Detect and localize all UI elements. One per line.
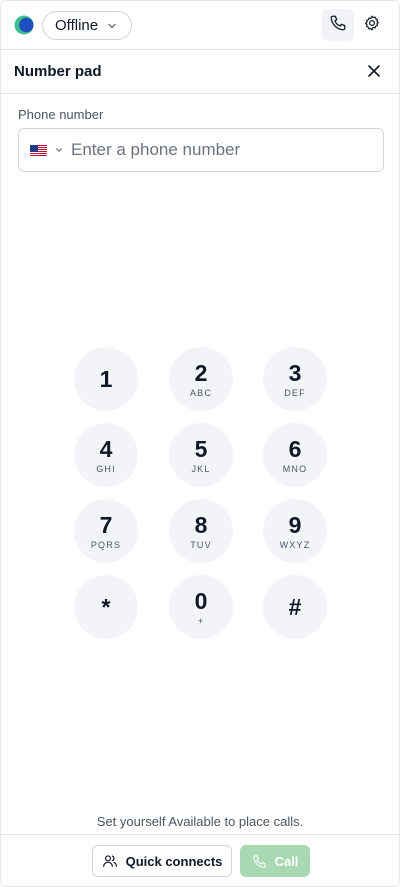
key-letters: GHI bbox=[96, 463, 116, 474]
phone-number-label: Phone number bbox=[18, 107, 104, 122]
key-digit: 4 bbox=[99, 435, 113, 462]
key-digit: 1 bbox=[99, 366, 113, 392]
panel-header: Number pad bbox=[1, 50, 399, 94]
key-digit: 2 bbox=[194, 359, 208, 386]
key-star[interactable]: * bbox=[74, 575, 138, 639]
top-bar: Offline bbox=[1, 1, 399, 50]
key-digit: # bbox=[288, 594, 302, 620]
phone-button[interactable] bbox=[322, 9, 354, 41]
country-select[interactable] bbox=[19, 144, 71, 156]
chevron-down-icon bbox=[54, 145, 64, 155]
key-8[interactable]: 8 TUV bbox=[169, 499, 233, 563]
users-icon bbox=[102, 853, 118, 869]
call-label: Call bbox=[274, 853, 299, 869]
chevron-down-icon bbox=[106, 20, 118, 32]
key-1[interactable]: 1 bbox=[74, 347, 138, 411]
app-logo bbox=[14, 15, 34, 35]
key-3[interactable]: 3 DEF bbox=[263, 347, 327, 411]
panel-title: Number pad bbox=[14, 63, 102, 80]
status-dropdown[interactable]: Offline bbox=[42, 11, 132, 40]
key-letters: WXYZ bbox=[279, 539, 311, 550]
phone-number-field bbox=[18, 128, 384, 172]
key-2[interactable]: 2 ABC bbox=[169, 347, 233, 411]
key-0[interactable]: 0 + bbox=[169, 575, 233, 639]
gear-icon bbox=[363, 14, 381, 37]
settings-button[interactable] bbox=[361, 13, 383, 37]
key-digit: * bbox=[101, 594, 111, 620]
us-flag-icon bbox=[30, 144, 47, 156]
key-hash[interactable]: # bbox=[263, 575, 327, 639]
key-letters: DEF bbox=[284, 387, 306, 398]
key-5[interactable]: 5 JKL bbox=[169, 423, 233, 487]
key-4[interactable]: 4 GHI bbox=[74, 423, 138, 487]
close-icon[interactable] bbox=[364, 61, 384, 81]
key-digit: 6 bbox=[288, 435, 302, 462]
key-digit: 7 bbox=[99, 511, 113, 538]
phone-icon bbox=[329, 14, 347, 37]
phone-number-input[interactable] bbox=[71, 140, 371, 160]
call-button[interactable]: Call bbox=[240, 845, 310, 877]
key-digit: 5 bbox=[194, 435, 208, 462]
footer-divider bbox=[1, 834, 399, 835]
key-digit: 0 bbox=[194, 587, 208, 614]
quick-connects-button[interactable]: Quick connects bbox=[92, 845, 232, 877]
key-digit: 8 bbox=[194, 511, 208, 538]
key-letters: ABC bbox=[189, 387, 213, 398]
key-digit: 3 bbox=[288, 359, 302, 386]
softphone-panel: Offline Number pad Phone number Enter a … bbox=[0, 0, 400, 887]
key-letters: PQRS bbox=[90, 539, 122, 550]
key-digit: 9 bbox=[288, 511, 302, 538]
key-letters: JKL bbox=[191, 463, 211, 474]
key-9[interactable]: 9 WXYZ bbox=[263, 499, 327, 563]
key-letters: MNO bbox=[282, 463, 308, 474]
key-6[interactable]: 6 MNO bbox=[263, 423, 327, 487]
availability-hint: Set yourself Available to place calls. bbox=[96, 814, 304, 829]
phone-icon bbox=[252, 854, 267, 869]
key-letters: TUV bbox=[190, 539, 212, 550]
quick-connects-label: Quick connects bbox=[125, 853, 223, 869]
key-7[interactable]: 7 PQRS bbox=[74, 499, 138, 563]
key-letters: + bbox=[197, 615, 205, 626]
status-label: Offline bbox=[55, 17, 99, 34]
